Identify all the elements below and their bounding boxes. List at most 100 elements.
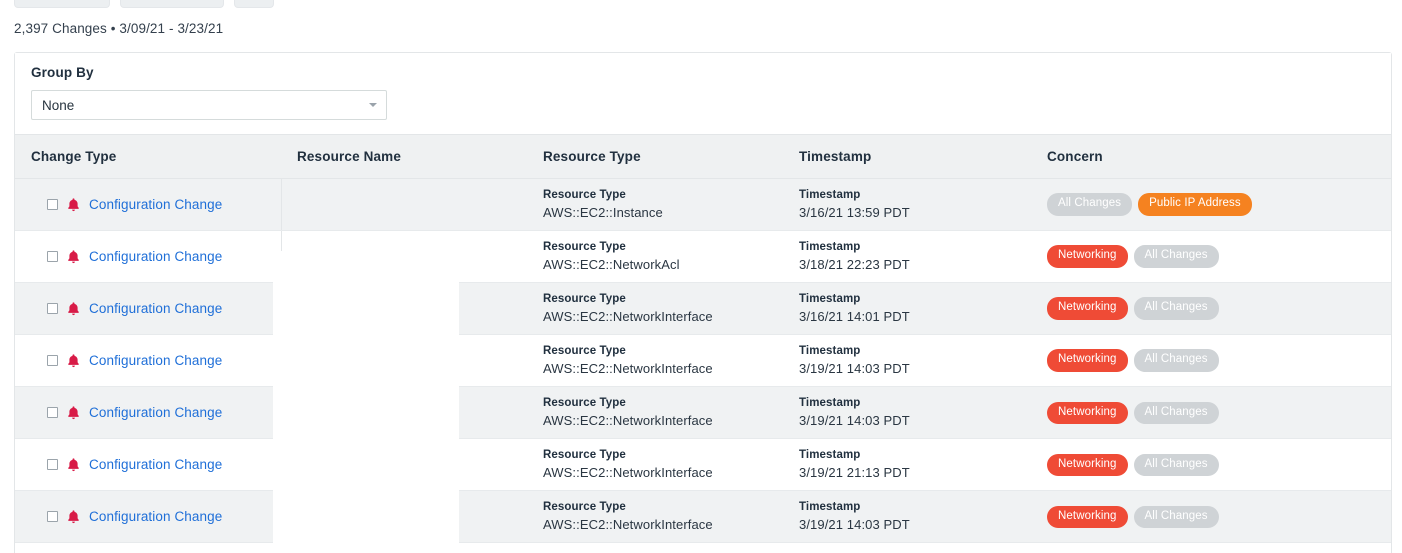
cell-change-type: Configuration Change [15, 230, 282, 284]
bell-icon [67, 354, 80, 368]
timestamp-field-label: Timestamp [799, 241, 861, 254]
change-type-link[interactable]: Configuration Change [89, 509, 222, 524]
cell-concern: NetworkingAll Changes [1031, 438, 1391, 492]
timestamp-value: 3/16/21 13:59 PDT [799, 204, 910, 220]
cell-timestamp: Timestamp 3/19/21 21:13 PDT [783, 438, 1031, 492]
timestamp-value: 3/16/21 14:01 PDT [799, 308, 910, 324]
cell-resource-type: Resource TypeAWS::EC2::NetworkInterface [527, 334, 783, 388]
table-row[interactable]: Configuration Change Resource TypeAWS::EC… [15, 230, 1391, 284]
cell-resource-type: Resource TypeAWS::EC2::NetworkInterface [527, 490, 783, 544]
cell-concern: NetworkingAll Changes [1031, 282, 1391, 336]
concern-badge[interactable]: All Changes [1133, 401, 1219, 425]
row-checkbox[interactable] [47, 407, 58, 419]
column-header-resource-name[interactable]: Resource Name [281, 134, 527, 179]
group-by-panel: Group By None [15, 53, 1391, 134]
concern-badge[interactable]: All Changes [1133, 349, 1219, 372]
resource-type-field-label: Resource Type [543, 449, 626, 462]
cell-resource-type: Resource Type AWS::EC2::NetworkAcl [527, 230, 783, 284]
concern-badge[interactable]: All Changes [1047, 193, 1133, 216]
cell-resource-type: Resource TypeAWS::EC2::NetworkInterface [527, 386, 783, 440]
cell-resource-type: Resource TypeAWS::EC2::NetworkInterface [527, 438, 783, 492]
cell-timestamp: Timestamp3/19/21 14:03 PDT [783, 490, 1031, 544]
row-checkbox[interactable] [47, 355, 58, 367]
bell-icon [67, 197, 80, 212]
timestamp-field-label: Timestamp [799, 449, 861, 462]
change-type-link[interactable]: Configuration Change [89, 249, 222, 264]
resource-type-field-label: Resource Type [543, 397, 626, 410]
changes-card: Group By None Change Type Resource Name … [14, 52, 1392, 553]
resource-type-value: AWS::EC2::Instance [543, 204, 663, 220]
changes-summary: 2,397 Changes • 3/09/21 - 3/23/21 [14, 21, 224, 36]
resource-type-field-label: Resource Type [543, 293, 626, 306]
cell-change-type: Configuration Change [15, 282, 282, 336]
resource-type-value: AWS::EC2::NetworkInterface [543, 308, 713, 324]
table-row[interactable]: Configuration Change Resource TypeAWS::EC… [15, 438, 1391, 492]
table-row[interactable]: Configuration Change Resource TypeAWS::EC… [15, 490, 1391, 544]
change-type-link[interactable]: Configuration Change [89, 405, 222, 420]
concern-badge[interactable]: All Changes [1133, 297, 1219, 320]
row-checkbox[interactable] [47, 199, 58, 211]
timestamp-field-label: Timestamp [799, 397, 861, 410]
concern-badge[interactable]: All Changes [1133, 453, 1219, 477]
column-header-change-type[interactable]: Change Type [15, 134, 281, 179]
change-type-link[interactable]: Configuration Change [89, 457, 222, 472]
cell-timestamp: Timestamp3/19/21 14:03 PDT [783, 542, 1031, 553]
toolbar-button-2[interactable] [120, 0, 224, 8]
changes-page: 2,397 Changes • 3/09/21 - 3/23/21 Group … [0, 0, 1402, 553]
row-checkbox[interactable] [47, 303, 58, 315]
resource-type-value: AWS::EC2::NetworkInterface [543, 464, 713, 480]
toolbar-button-1[interactable] [14, 0, 110, 8]
column-header-timestamp[interactable]: Timestamp [783, 134, 1031, 179]
cell-change-type: Configuration Change [15, 438, 282, 492]
table-row[interactable]: Configuration Change Resource TypeAWS::EC… [15, 282, 1391, 336]
concern-badge[interactable]: Networking [1047, 349, 1128, 372]
chevron-down-icon [369, 103, 377, 107]
table-row[interactable]: Configuration Change Resource TypeAWS::EC… [15, 542, 1391, 553]
concern-badge[interactable]: Networking [1047, 401, 1128, 425]
change-type-link[interactable]: Configuration Change [89, 301, 222, 316]
concern-badge[interactable]: All Changes [1133, 245, 1219, 268]
concern-badge[interactable]: Networking [1047, 505, 1128, 529]
cell-concern: NetworkingAll Changes [1031, 542, 1391, 553]
resource-name-overlay-panel [273, 251, 459, 553]
concern-badge[interactable]: All Changes [1133, 505, 1219, 529]
cell-timestamp: Timestamp 3/16/21 13:59 PDT [783, 178, 1031, 232]
resource-type-field-label: Resource Type [543, 189, 626, 201]
timestamp-field-label: Timestamp [799, 345, 861, 358]
cell-concern: NetworkingAll Changes [1031, 490, 1391, 544]
toolbar-button-3[interactable] [234, 0, 274, 8]
group-by-selected-value: None [42, 97, 75, 113]
row-checkbox[interactable] [47, 251, 58, 263]
cell-concern: NetworkingAll Changes [1031, 334, 1391, 388]
timestamp-value: 3/19/21 14:03 PDT [799, 360, 910, 376]
cell-concern: NetworkingAll Changes [1031, 230, 1391, 284]
bell-icon [67, 406, 80, 420]
resource-type-value: AWS::EC2::NetworkAcl [543, 256, 680, 272]
timestamp-value: 3/19/21 14:03 PDT [799, 412, 910, 428]
cell-resource-name [281, 178, 527, 232]
table-row[interactable]: Configuration Change Resource TypeAWS::EC… [15, 386, 1391, 440]
timestamp-value: 3/19/21 14:03 PDT [799, 516, 910, 532]
group-by-label: Group By [31, 65, 94, 80]
column-header-resource-type[interactable]: Resource Type [527, 134, 783, 179]
table-row[interactable]: Configuration Change Resource TypeAWS::EC… [15, 334, 1391, 388]
row-checkbox[interactable] [47, 459, 58, 471]
row-checkbox[interactable] [47, 511, 58, 523]
concern-badge[interactable]: Public IP Address [1138, 193, 1252, 216]
cell-change-type: Configuration Change [15, 334, 282, 388]
cell-change-type: Configuration Change [15, 542, 282, 553]
timestamp-value: 3/18/21 22:23 PDT [799, 256, 910, 272]
change-type-link[interactable]: Configuration Change [89, 197, 222, 212]
group-by-select[interactable]: None [31, 90, 387, 120]
change-type-link[interactable]: Configuration Change [89, 353, 222, 368]
concern-badge[interactable]: Networking [1047, 453, 1128, 477]
toolbar [0, 0, 274, 8]
column-header-concern[interactable]: Concern [1031, 134, 1391, 179]
table-row[interactable]: Configuration Change Resource TypeAWS::EC… [15, 178, 1391, 232]
concern-badge[interactable]: Networking [1047, 245, 1128, 268]
table-body: Configuration Change Resource Type AWS::EC… [15, 178, 1391, 553]
concern-badge[interactable]: Networking [1047, 297, 1128, 320]
bell-icon [67, 302, 80, 316]
bell-icon [67, 510, 80, 524]
resource-type-field-label: Resource Type [543, 345, 626, 358]
